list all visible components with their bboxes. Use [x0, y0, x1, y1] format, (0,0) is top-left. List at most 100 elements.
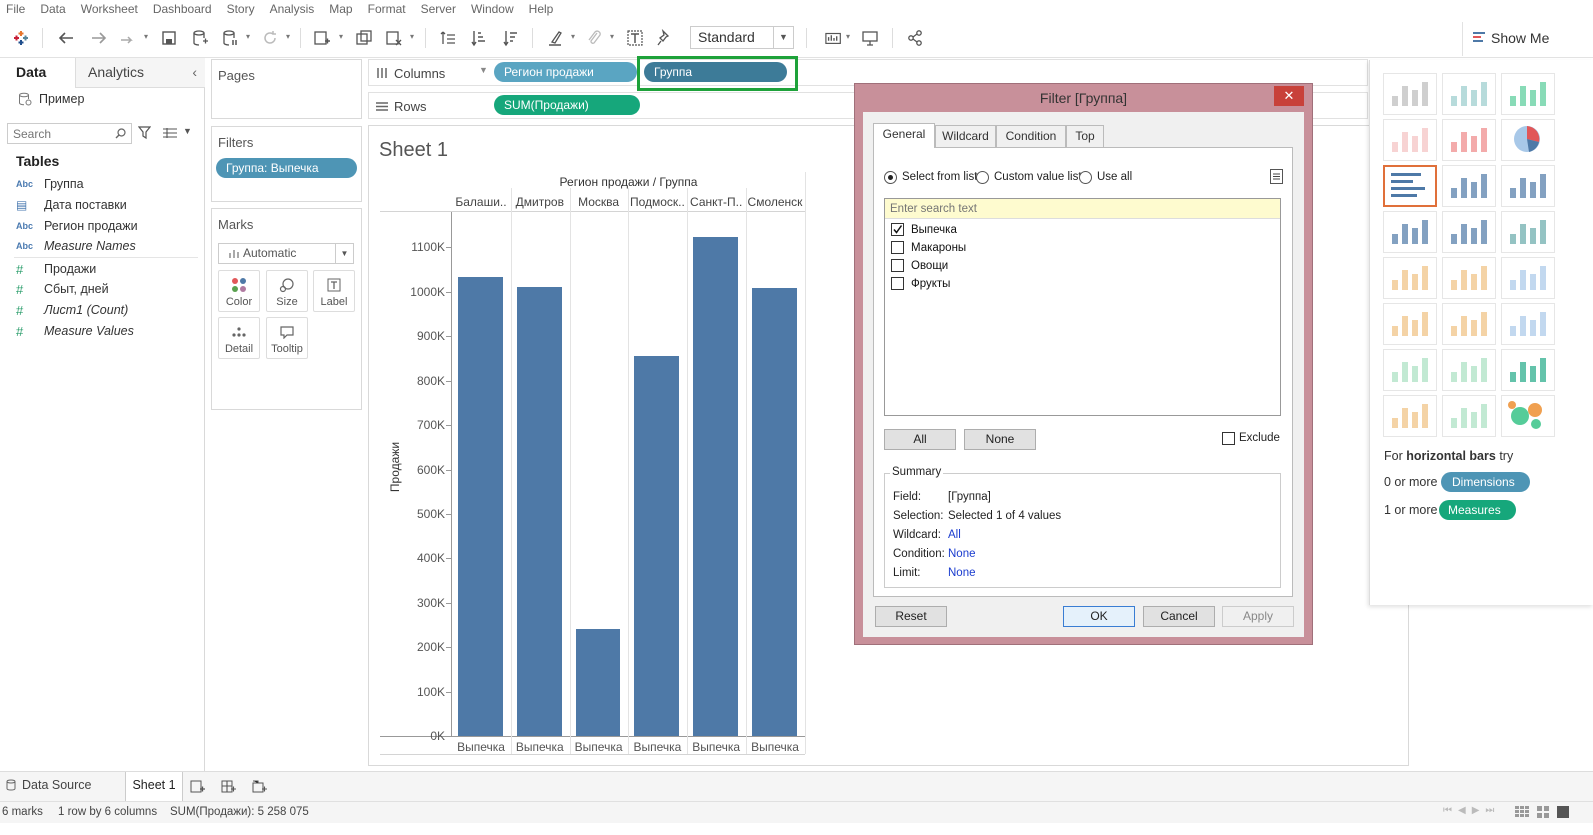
value-checkbox[interactable] [891, 277, 904, 290]
show-me-bullet-graph-icon[interactable] [1442, 395, 1496, 437]
column-header-group[interactable]: Выпечка [628, 740, 686, 754]
refresh-icon[interactable] [258, 26, 282, 50]
undo-icon[interactable] [55, 26, 79, 50]
all-button[interactable]: All [884, 429, 956, 450]
filmstrip-view-icon[interactable] [1537, 806, 1549, 818]
sheet1-tab[interactable]: Sheet 1 [125, 772, 183, 801]
redo-icon[interactable] [86, 26, 110, 50]
tab-view-icon[interactable] [1557, 806, 1569, 818]
column-header-group[interactable]: Выпечка [570, 740, 628, 754]
apply-button[interactable]: Apply [1222, 606, 1294, 627]
field-gruppa[interactable]: Abc Группа [16, 175, 84, 193]
show-mark-labels-icon[interactable] [623, 26, 647, 50]
menu-map[interactable]: Map [329, 2, 352, 16]
field-prodazhi[interactable]: # Продажи [16, 260, 96, 278]
menu-dashboard[interactable]: Dashboard [153, 2, 212, 16]
pages-card[interactable]: Pages [211, 59, 362, 119]
exclude-label[interactable]: Exclude [1239, 432, 1280, 444]
datasource-item[interactable]: Пример [18, 90, 198, 108]
show-me-box-and-whisker-icon[interactable] [1501, 349, 1555, 391]
rows-pill-sum-prodazhi[interactable]: SUM(Продажи) [494, 95, 640, 115]
show-me-gantt-chart-icon[interactable] [1383, 395, 1437, 437]
ok-button[interactable]: OK [1063, 606, 1135, 627]
column-header-region[interactable]: Балаши.. [452, 195, 510, 211]
field-search-box[interactable] [7, 123, 132, 144]
use-all-radio[interactable] [1079, 171, 1092, 184]
field-list1-count[interactable]: # Лист1 (Count) [16, 301, 128, 319]
group-members-icon[interactable] [582, 26, 606, 50]
column-header-region[interactable]: Москва [570, 195, 628, 211]
new-datasource-icon[interactable] [188, 26, 212, 50]
bar[interactable] [752, 287, 797, 736]
show-me-button[interactable]: Show Me [1462, 22, 1593, 56]
show-me-area-continuous-icon[interactable] [1383, 303, 1437, 345]
field-data-postavki[interactable]: ▤ Дата поставки [16, 196, 127, 214]
field-measure-values[interactable]: # Measure Values [16, 322, 134, 340]
marks-detail-button[interactable]: Detail [218, 317, 260, 359]
tab-top[interactable]: Top [1066, 125, 1104, 147]
tab-data[interactable]: Data [0, 58, 75, 88]
tableau-logo-icon[interactable] [9, 26, 33, 50]
show-me-area-discrete-icon[interactable] [1442, 303, 1496, 345]
tab-analytics[interactable]: Analytics ‹ [75, 58, 205, 88]
show-me-text-table-icon[interactable] [1383, 73, 1437, 115]
grid-view-icon[interactable] [1515, 806, 1529, 818]
marks-label-button[interactable]: Label [313, 270, 355, 312]
tab-wildcard[interactable]: Wildcard [935, 125, 996, 147]
field-sbyt-dnei[interactable]: # Сбыт, дней [16, 280, 109, 298]
sheet-navigation-icons[interactable]: ⏮◀▶⏭ [1443, 805, 1500, 816]
new-dashboard-icon[interactable] [221, 780, 237, 794]
columns-pill-region[interactable]: Регион продажи [494, 62, 637, 82]
new-worksheet-icon[interactable] [190, 780, 206, 794]
marks-size-button[interactable]: Size [266, 270, 308, 312]
duplicate-sheet-icon[interactable] [352, 26, 376, 50]
show-me-symbol-map-icon[interactable] [1383, 119, 1437, 161]
value-checkbox[interactable] [891, 259, 904, 272]
menu-data[interactable]: Data [40, 2, 65, 16]
column-header-region[interactable]: Санкт-П.. [687, 195, 745, 211]
presentation-mode-icon[interactable] [858, 26, 882, 50]
custom-value-list-radio[interactable] [976, 171, 989, 184]
show-me-highlight-table-icon[interactable] [1501, 73, 1555, 115]
tab-condition[interactable]: Condition [996, 125, 1066, 147]
show-me-treemap-icon[interactable] [1383, 211, 1437, 253]
value-checkbox[interactable] [891, 241, 904, 254]
column-header-group[interactable]: Выпечка [452, 740, 510, 754]
none-button[interactable]: None [964, 429, 1036, 450]
bar[interactable] [575, 628, 621, 736]
column-header-group[interactable]: Выпечка [511, 740, 569, 754]
field-region-prodazhi[interactable]: Abc Регион продажи [16, 217, 138, 235]
show-me-pie-chart-icon[interactable] [1501, 119, 1555, 161]
chevron-down-icon[interactable]: ▼ [183, 126, 192, 136]
data-source-tab[interactable]: Data Source [5, 778, 91, 792]
collapse-pane-icon[interactable]: ‹ [192, 58, 197, 86]
show-me-heat-map-icon[interactable] [1442, 73, 1496, 115]
save-icon[interactable] [157, 26, 181, 50]
bar[interactable] [516, 287, 562, 736]
fit-select[interactable]: Standard ▼ [690, 26, 794, 49]
new-worksheet-icon[interactable] [310, 26, 334, 50]
show-me-side-by-side-circles-icon[interactable] [1501, 211, 1555, 253]
show-me-dual-lines-icon[interactable] [1501, 257, 1555, 299]
custom-value-list-label[interactable]: Custom value list [994, 171, 1082, 183]
sort-ascending-icon[interactable] [467, 26, 491, 50]
filter-icon[interactable] [138, 126, 151, 140]
replay-icon[interactable] [116, 26, 140, 50]
bar[interactable] [458, 277, 503, 736]
show-me-packed-bubbles-icon[interactable] [1501, 395, 1555, 437]
field-search-input[interactable] [8, 124, 108, 143]
sort-descending-icon[interactable] [499, 26, 523, 50]
chevron-down-icon[interactable]: ▾ [144, 32, 152, 42]
menu-help[interactable]: Help [529, 2, 554, 16]
bar[interactable] [634, 355, 680, 736]
menu-file[interactable]: File [6, 2, 25, 16]
show-me-histogram-icon[interactable] [1442, 349, 1496, 391]
filter-pill-gruppa[interactable]: Группа: Выпечка [216, 158, 357, 178]
filters-card[interactable]: Filters Группа: Выпечка [211, 126, 362, 202]
column-header-region[interactable]: Дмитров [511, 195, 569, 211]
show-me-scatter-plot-icon[interactable] [1383, 349, 1437, 391]
show-me-line-continuous-icon[interactable] [1383, 257, 1437, 299]
column-header-region[interactable]: Смоленск [746, 195, 804, 211]
select-from-list-label[interactable]: Select from list [902, 171, 977, 183]
marks-color-button[interactable]: Color [218, 270, 260, 312]
